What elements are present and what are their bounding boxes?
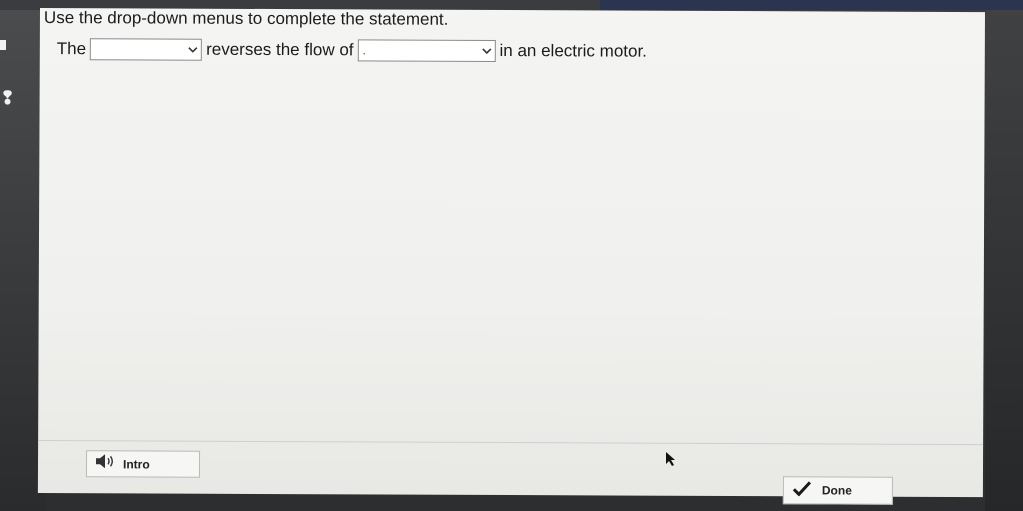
statement: The reverses the flow of . in an electri…: [57, 36, 647, 65]
right-edge: [985, 10, 1023, 511]
screen: ❢ Use the drop-down menus to complete th…: [0, 0, 1023, 511]
speaker-icon: [95, 454, 115, 473]
done-label: Done: [821, 483, 852, 498]
statement-part-3: in an electric motor.: [499, 41, 647, 61]
mouse-cursor-icon: [666, 452, 676, 471]
done-button[interactable]: Done: [782, 476, 893, 505]
intro-button[interactable]: Intro: [85, 450, 201, 478]
dropdown-2-value: .: [362, 43, 366, 58]
instruction-text: Use the drop-down menus to complete the …: [43, 8, 449, 29]
footer-divider: [38, 439, 984, 446]
chevron-down-icon: [188, 45, 198, 55]
statement-part-2: reverses the flow of: [206, 39, 354, 60]
rail-marker: [0, 40, 6, 50]
dropdown-2[interactable]: .: [357, 39, 496, 62]
checkmark-icon: [792, 480, 812, 501]
intro-label: Intro: [122, 456, 150, 471]
chevron-down-icon: [481, 46, 492, 56]
top-bar: [600, 0, 1023, 10]
rail-glyph-icon: ❢: [0, 88, 16, 108]
dropdown-1[interactable]: [90, 38, 203, 61]
statement-part-1: The: [56, 39, 87, 59]
question-panel: Use the drop-down menus to complete the …: [37, 8, 985, 505]
